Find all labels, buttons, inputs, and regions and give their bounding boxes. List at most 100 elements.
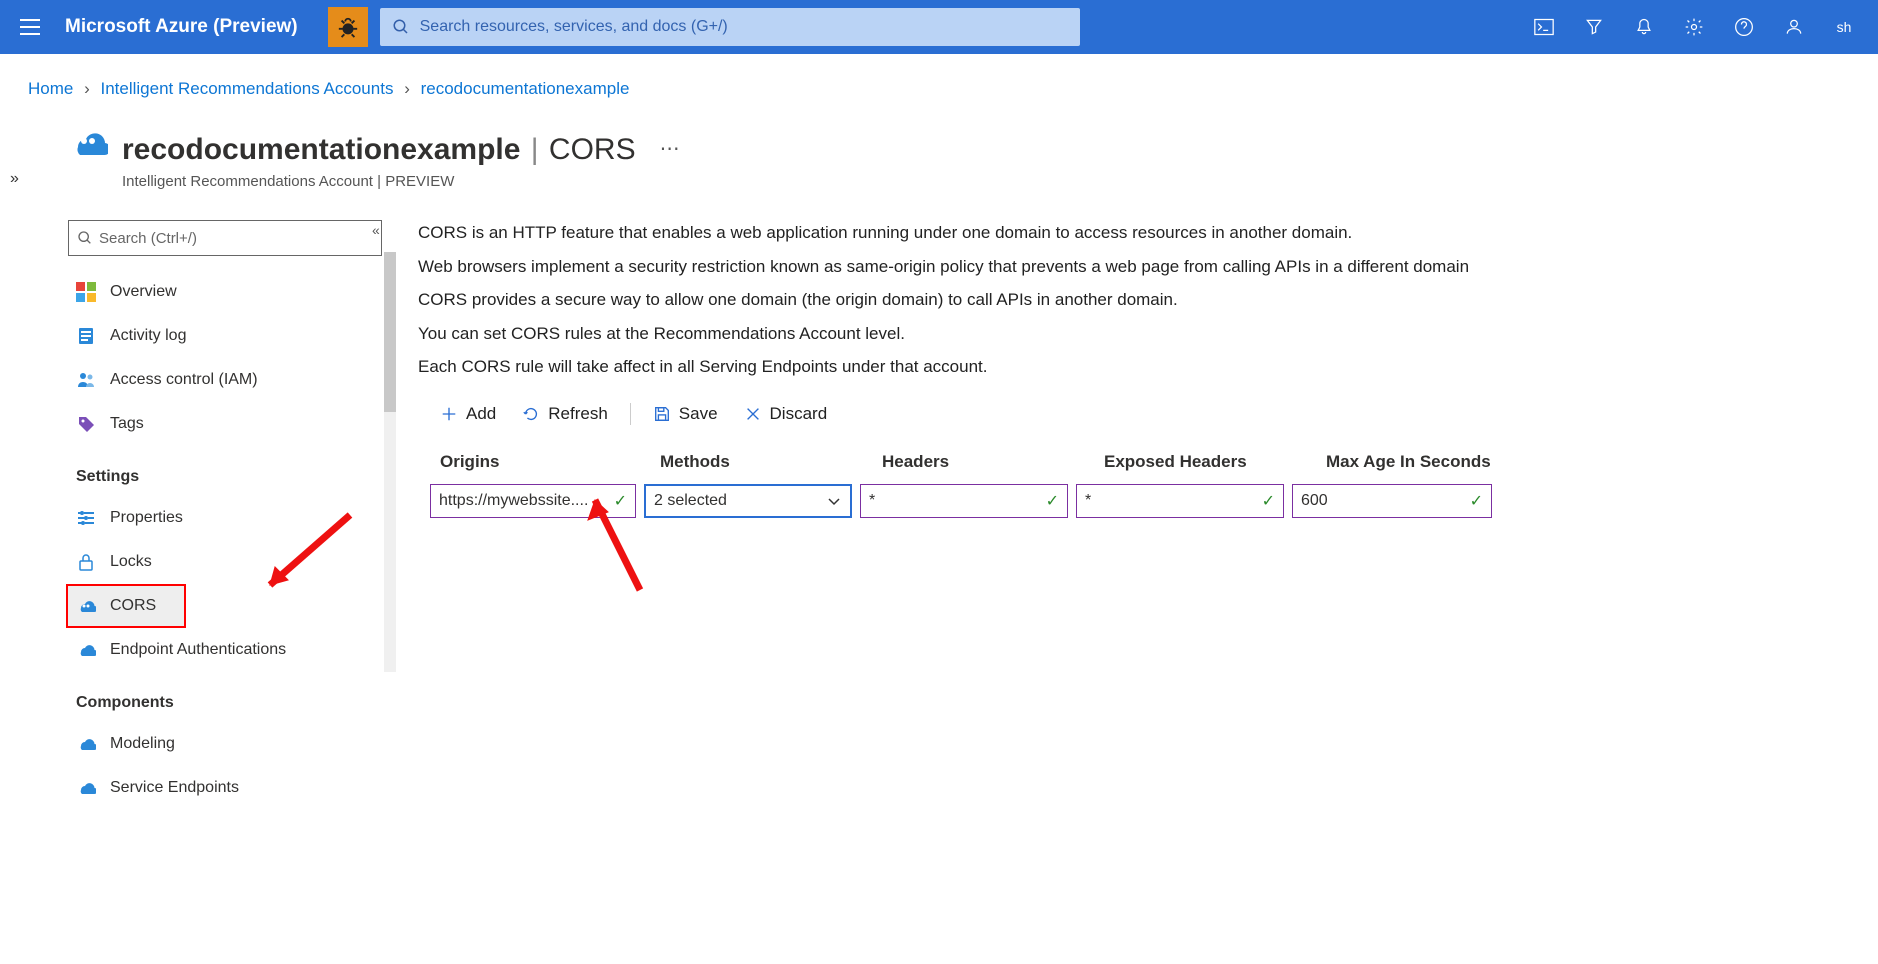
sidebar-item-locks[interactable]: Locks bbox=[68, 540, 390, 584]
sidebar-item-label: Access control (IAM) bbox=[110, 371, 258, 389]
breadcrumb: Home › Intelligent Recommendations Accou… bbox=[0, 54, 1878, 109]
bug-icon bbox=[337, 16, 359, 38]
sidebar-item-service-endpoints[interactable]: Service Endpoints bbox=[68, 766, 390, 810]
resource-icon bbox=[68, 123, 108, 163]
sidebar-item-access-control[interactable]: Access control (IAM) bbox=[68, 358, 390, 402]
page-title: recodocumentationexample | CORS bbox=[122, 133, 636, 167]
sidebar: Search (Ctrl+/) Overview Activity log Ac… bbox=[60, 220, 390, 810]
sidebar-item-endpoint-auth[interactable]: Endpoint Authentications bbox=[68, 628, 390, 672]
settings-button[interactable] bbox=[1670, 3, 1718, 51]
sidebar-search-input[interactable]: Search (Ctrl+/) bbox=[68, 220, 382, 256]
origins-input[interactable]: https://mywebssite.... ✓ bbox=[430, 484, 636, 518]
discard-button[interactable]: Discard bbox=[734, 398, 838, 430]
chevron-right-icon: › bbox=[404, 79, 410, 98]
search-placeholder: Search resources, services, and docs (G+… bbox=[420, 18, 728, 36]
sidebar-item-label: Endpoint Authentications bbox=[110, 641, 286, 659]
notifications-button[interactable] bbox=[1620, 3, 1668, 51]
sidebar-item-label: Locks bbox=[110, 553, 152, 571]
activity-log-icon bbox=[76, 326, 96, 346]
top-bar: Microsoft Azure (Preview) Search resourc… bbox=[0, 0, 1878, 54]
page-title-section: CORS bbox=[549, 133, 636, 166]
bell-icon bbox=[1634, 17, 1654, 37]
maxage-input[interactable]: 600 ✓ bbox=[1292, 484, 1492, 518]
more-actions-button[interactable]: ⋯ bbox=[660, 136, 680, 161]
description-line: Web browsers implement a security restri… bbox=[400, 254, 1878, 288]
filter-icon bbox=[1584, 17, 1604, 37]
endpoint-auth-icon bbox=[76, 640, 96, 660]
lock-icon bbox=[76, 552, 96, 572]
exposed-headers-input[interactable]: * ✓ bbox=[1076, 484, 1284, 518]
save-icon bbox=[653, 405, 671, 423]
sidebar-item-label: Overview bbox=[110, 283, 177, 301]
sidebar-item-tags[interactable]: Tags bbox=[68, 402, 390, 446]
methods-dropdown[interactable]: 2 selected bbox=[644, 484, 852, 518]
chevron-down-icon bbox=[826, 493, 842, 509]
access-control-icon bbox=[76, 370, 96, 390]
overview-icon bbox=[76, 282, 96, 302]
brand-title[interactable]: Microsoft Azure (Preview) bbox=[65, 16, 298, 38]
check-icon: ✓ bbox=[1262, 491, 1275, 511]
table-row: https://mywebssite.... ✓ 2 selected * ✓ … bbox=[400, 484, 1878, 518]
search-icon bbox=[77, 230, 93, 246]
column-header-maxage[interactable]: Max Age In Seconds bbox=[1326, 452, 1548, 472]
chevron-right-icon: › bbox=[84, 79, 90, 98]
description-line: Each CORS rule will take affect in all S… bbox=[400, 354, 1878, 388]
description-line: CORS provides a secure way to allow one … bbox=[400, 287, 1878, 321]
column-header-methods[interactable]: Methods bbox=[660, 452, 882, 472]
plus-icon bbox=[440, 405, 458, 423]
sidebar-item-label: Modeling bbox=[110, 735, 175, 753]
sidebar-section-settings: Settings bbox=[68, 446, 390, 496]
cloud-shell-icon bbox=[1534, 18, 1554, 36]
properties-icon bbox=[76, 508, 96, 528]
global-search-input[interactable]: Search resources, services, and docs (G+… bbox=[380, 8, 1080, 46]
sidebar-item-properties[interactable]: Properties bbox=[68, 496, 390, 540]
sidebar-item-label: CORS bbox=[110, 597, 156, 615]
sidebar-item-label: Tags bbox=[110, 415, 144, 433]
menu-toggle-button[interactable] bbox=[10, 7, 50, 47]
save-button[interactable]: Save bbox=[643, 398, 728, 430]
sidebar-item-label: Service Endpoints bbox=[110, 779, 239, 797]
feedback-button[interactable] bbox=[1770, 3, 1818, 51]
column-header-headers[interactable]: Headers bbox=[882, 452, 1104, 472]
sidebar-item-activity-log[interactable]: Activity log bbox=[68, 314, 390, 358]
cloud-shell-button[interactable] bbox=[1520, 3, 1568, 51]
cors-icon bbox=[76, 596, 96, 616]
directories-button[interactable] bbox=[1570, 3, 1618, 51]
scrollbar-thumb[interactable] bbox=[384, 252, 396, 412]
help-icon bbox=[1734, 17, 1754, 37]
hamburger-icon bbox=[20, 19, 40, 35]
check-icon: ✓ bbox=[1470, 491, 1483, 511]
user-account[interactable]: sh bbox=[1820, 3, 1868, 51]
sidebar-item-cors[interactable]: CORS bbox=[66, 584, 186, 628]
breadcrumb-current: recodocumentationexample bbox=[421, 79, 630, 98]
breadcrumb-l1[interactable]: Intelligent Recommendations Accounts bbox=[101, 79, 394, 98]
person-feedback-icon bbox=[1784, 17, 1804, 37]
column-header-exposed[interactable]: Exposed Headers bbox=[1104, 452, 1326, 472]
modeling-icon bbox=[76, 734, 96, 754]
headers-input[interactable]: * ✓ bbox=[860, 484, 1068, 518]
collapse-sidebar-button[interactable]: « bbox=[372, 222, 380, 238]
tags-icon bbox=[76, 414, 96, 434]
discard-icon bbox=[744, 405, 762, 423]
description-line: CORS is an HTTP feature that enables a w… bbox=[400, 220, 1878, 254]
refresh-button[interactable]: Refresh bbox=[512, 398, 618, 430]
check-icon: ✓ bbox=[1046, 491, 1059, 511]
add-button[interactable]: Add bbox=[430, 398, 506, 430]
column-header-origins[interactable]: Origins bbox=[440, 452, 660, 472]
top-icons: sh bbox=[1520, 3, 1868, 51]
search-icon bbox=[392, 18, 410, 36]
content-pane: « CORS is an HTTP feature that enables a… bbox=[390, 220, 1878, 810]
expand-sidebar-button[interactable]: » bbox=[10, 170, 19, 188]
breadcrumb-home[interactable]: Home bbox=[28, 79, 73, 98]
gear-icon bbox=[1684, 17, 1704, 37]
help-button[interactable] bbox=[1720, 3, 1768, 51]
service-endpoints-icon bbox=[76, 778, 96, 798]
sidebar-item-modeling[interactable]: Modeling bbox=[68, 722, 390, 766]
preview-bug-button[interactable] bbox=[328, 7, 368, 47]
table-header: Origins Methods Headers Exposed Headers … bbox=[400, 440, 1878, 484]
sidebar-item-overview[interactable]: Overview bbox=[68, 270, 390, 314]
toolbar: Add Refresh Save Discard bbox=[400, 388, 1878, 440]
sidebar-item-label: Activity log bbox=[110, 327, 186, 345]
sidebar-section-components: Components bbox=[68, 672, 390, 722]
check-icon: ✓ bbox=[614, 491, 627, 511]
